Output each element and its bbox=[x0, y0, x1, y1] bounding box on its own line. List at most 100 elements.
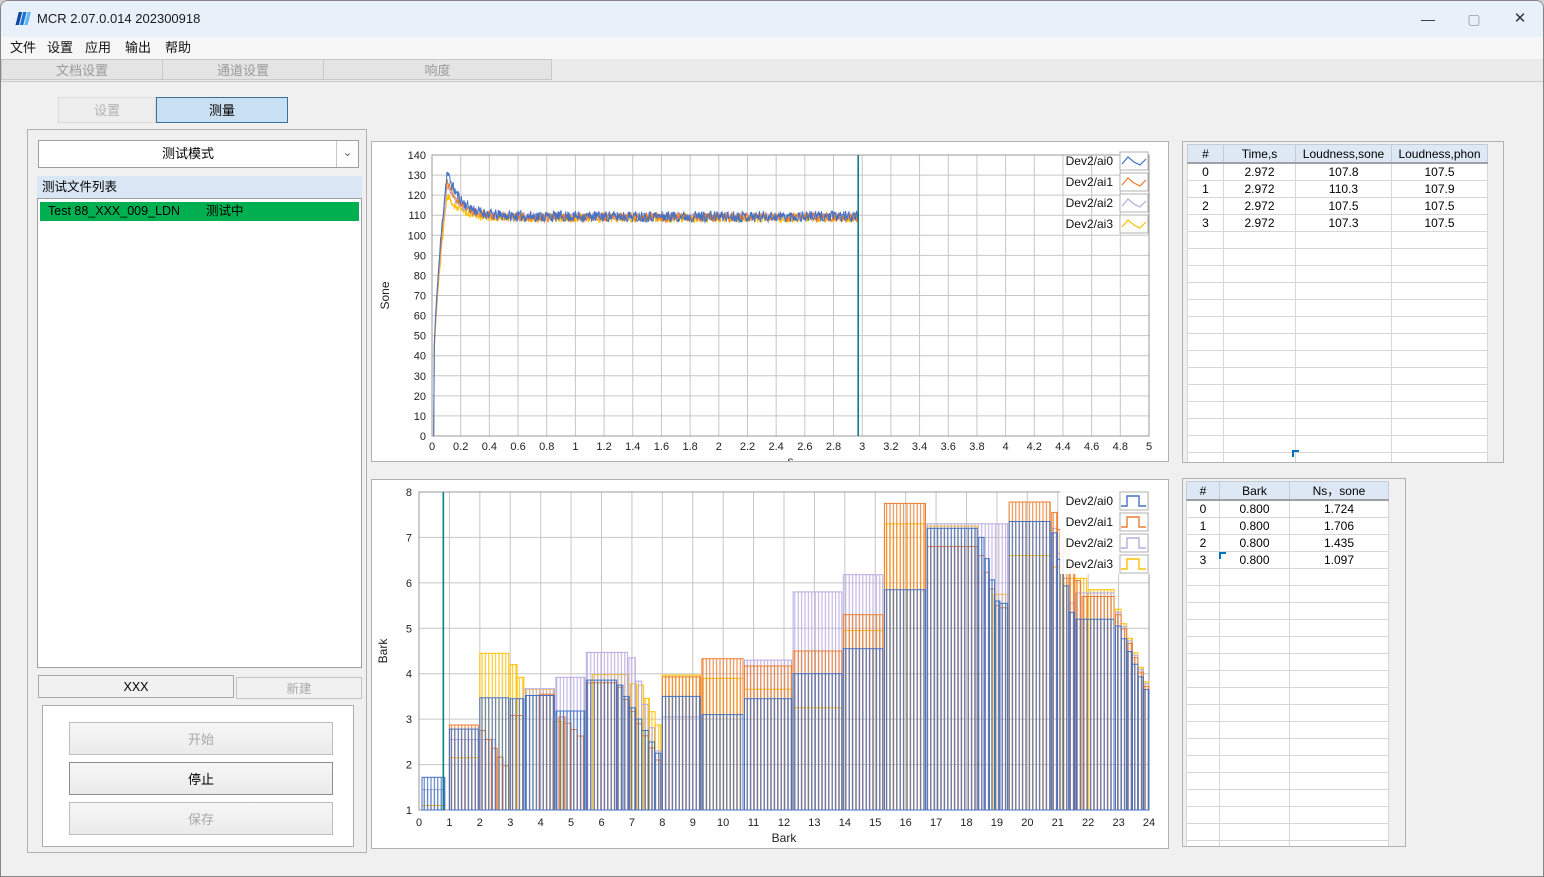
table-cell[interactable]: 107.5 bbox=[1391, 162, 1488, 181]
table-cell[interactable]: 107.5 bbox=[1391, 214, 1488, 232]
table-row-empty[interactable] bbox=[1186, 704, 1389, 722]
table-row-empty[interactable] bbox=[1186, 602, 1389, 620]
table-cell[interactable] bbox=[1223, 401, 1296, 419]
table-row-empty[interactable] bbox=[1187, 248, 1488, 266]
table-row-empty[interactable] bbox=[1187, 452, 1488, 462]
table-cell[interactable] bbox=[1295, 452, 1392, 462]
table-cell[interactable]: 3 bbox=[1187, 214, 1224, 232]
table-cell[interactable] bbox=[1223, 435, 1296, 453]
menu-output[interactable]: 输出 bbox=[124, 37, 152, 59]
column-header[interactable]: # bbox=[1186, 481, 1220, 501]
table-cell[interactable] bbox=[1391, 418, 1488, 436]
test-file-list[interactable]: Test 88_XXX_009_LDN 测试中 bbox=[37, 198, 362, 668]
table-cell[interactable]: 0.800 bbox=[1219, 499, 1290, 518]
table-cell[interactable]: 2.972 bbox=[1223, 214, 1296, 232]
menu-help[interactable]: 帮助 bbox=[164, 37, 192, 59]
table-cell[interactable] bbox=[1186, 738, 1220, 756]
table-row[interactable]: 1 0.800 1.706 bbox=[1186, 517, 1389, 535]
table-cell[interactable] bbox=[1391, 435, 1488, 453]
table-cell[interactable] bbox=[1187, 350, 1224, 368]
table-cell[interactable] bbox=[1391, 452, 1488, 462]
table-row-empty[interactable] bbox=[1186, 840, 1389, 846]
table-cell[interactable] bbox=[1187, 435, 1224, 453]
table-cell[interactable]: 2 bbox=[1186, 534, 1220, 552]
table-cell[interactable] bbox=[1219, 704, 1290, 722]
table-cell[interactable] bbox=[1219, 789, 1290, 807]
table-row-empty[interactable] bbox=[1187, 333, 1488, 351]
table-cell[interactable] bbox=[1391, 299, 1488, 317]
table-cell[interactable] bbox=[1289, 721, 1389, 739]
table-cell[interactable] bbox=[1289, 653, 1389, 671]
table-row-empty[interactable] bbox=[1187, 384, 1488, 402]
table-cell[interactable] bbox=[1186, 670, 1220, 688]
table-cell[interactable] bbox=[1186, 721, 1220, 739]
table-cell[interactable] bbox=[1295, 248, 1392, 266]
table-cell[interactable]: 1.706 bbox=[1289, 517, 1389, 535]
table-cell[interactable] bbox=[1219, 653, 1290, 671]
table-row-empty[interactable] bbox=[1187, 401, 1488, 419]
table-cell[interactable]: 107.9 bbox=[1391, 180, 1488, 198]
table-cell[interactable] bbox=[1187, 282, 1224, 300]
table-cell[interactable] bbox=[1295, 333, 1392, 351]
table-cell[interactable] bbox=[1391, 265, 1488, 283]
table-row-empty[interactable] bbox=[1187, 231, 1488, 249]
table-cell[interactable] bbox=[1295, 265, 1392, 283]
table-cell[interactable] bbox=[1186, 704, 1220, 722]
table-cell[interactable] bbox=[1187, 384, 1224, 402]
test-mode-select[interactable]: 测试模式 ⌄ bbox=[38, 140, 359, 168]
table-cell[interactable] bbox=[1223, 384, 1296, 402]
table-row-empty[interactable] bbox=[1186, 568, 1389, 586]
table-cell[interactable] bbox=[1187, 333, 1224, 351]
table-row[interactable]: 3 0.800 1.097 bbox=[1186, 551, 1389, 569]
table-cell[interactable] bbox=[1219, 602, 1290, 620]
table-cell[interactable]: 107.3 bbox=[1295, 214, 1392, 232]
table-cell[interactable] bbox=[1187, 231, 1224, 249]
table-cell[interactable]: 2.972 bbox=[1223, 162, 1296, 181]
table-cell[interactable] bbox=[1219, 755, 1290, 773]
table-row-empty[interactable] bbox=[1186, 653, 1389, 671]
table-cell[interactable] bbox=[1187, 248, 1224, 266]
table-cell[interactable] bbox=[1391, 350, 1488, 368]
table-row-empty[interactable] bbox=[1187, 282, 1488, 300]
table-cell[interactable] bbox=[1295, 299, 1392, 317]
table-row[interactable]: 1 2.972 110.3 107.9 bbox=[1187, 180, 1488, 198]
menu-file[interactable]: 文件 bbox=[9, 37, 37, 59]
table-cell[interactable] bbox=[1186, 602, 1220, 620]
table-cell[interactable]: 0.800 bbox=[1219, 517, 1290, 535]
settings-subtab-button[interactable]: 设置 bbox=[58, 97, 156, 123]
table-cell[interactable] bbox=[1186, 653, 1220, 671]
table-cell[interactable] bbox=[1391, 316, 1488, 334]
table-row-empty[interactable] bbox=[1186, 687, 1389, 705]
table-cell[interactable] bbox=[1223, 265, 1296, 283]
table-cell[interactable]: 1.435 bbox=[1289, 534, 1389, 552]
table-row-empty[interactable] bbox=[1186, 585, 1389, 603]
table-cell[interactable] bbox=[1219, 806, 1290, 824]
table-cell[interactable] bbox=[1295, 435, 1392, 453]
table-cell[interactable] bbox=[1289, 806, 1389, 824]
table-cell[interactable]: 0 bbox=[1186, 499, 1220, 518]
table-cell[interactable] bbox=[1223, 248, 1296, 266]
table-row-empty[interactable] bbox=[1187, 367, 1488, 385]
table-cell[interactable]: 2.972 bbox=[1223, 197, 1296, 215]
table-cell[interactable] bbox=[1391, 231, 1488, 249]
table-cell[interactable] bbox=[1391, 248, 1488, 266]
table-cell[interactable] bbox=[1223, 333, 1296, 351]
table-row-empty[interactable] bbox=[1186, 755, 1389, 773]
table-cell[interactable] bbox=[1295, 316, 1392, 334]
table-cell[interactable] bbox=[1391, 282, 1488, 300]
table-cell[interactable] bbox=[1295, 401, 1392, 419]
table-cell[interactable] bbox=[1219, 585, 1290, 603]
table-cell[interactable] bbox=[1186, 585, 1220, 603]
table-cell[interactable] bbox=[1219, 687, 1290, 705]
table-cell[interactable] bbox=[1295, 367, 1392, 385]
table-cell[interactable] bbox=[1289, 823, 1389, 841]
table-cell[interactable] bbox=[1223, 231, 1296, 249]
table-cell[interactable] bbox=[1187, 299, 1224, 317]
table-row-empty[interactable] bbox=[1186, 823, 1389, 841]
table-cell[interactable] bbox=[1186, 823, 1220, 841]
table-row-empty[interactable] bbox=[1187, 350, 1488, 368]
table-cell[interactable] bbox=[1391, 333, 1488, 351]
table-cell[interactable]: 3 bbox=[1186, 551, 1220, 569]
table-cell[interactable] bbox=[1391, 384, 1488, 402]
table-cell[interactable] bbox=[1289, 840, 1389, 846]
